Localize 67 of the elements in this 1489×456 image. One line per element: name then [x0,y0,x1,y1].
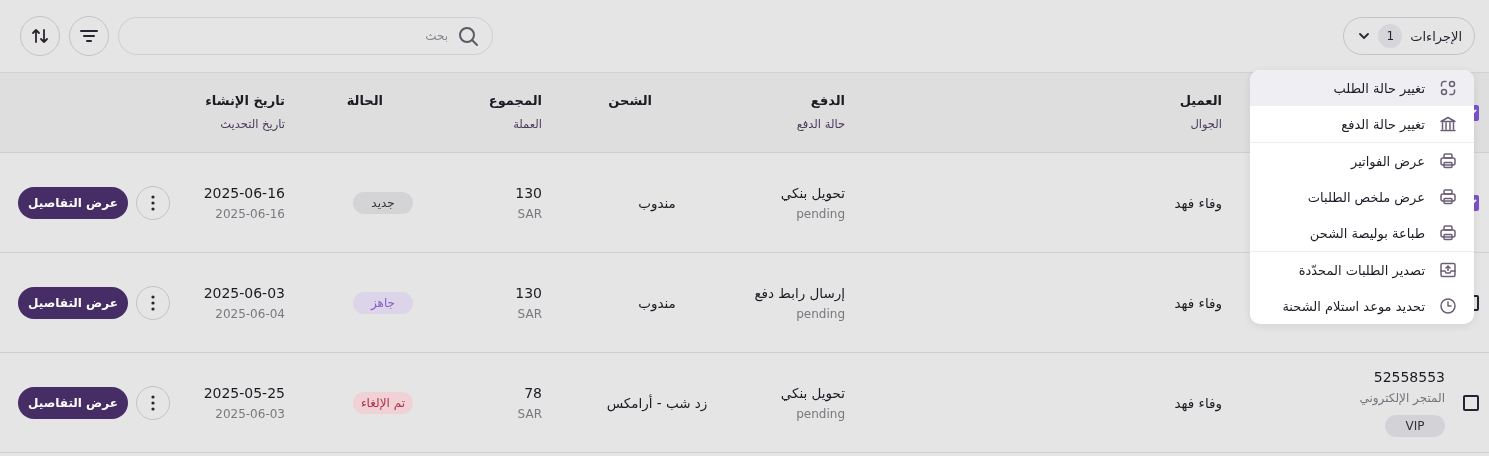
chevron-down-icon [1358,32,1371,40]
search-field[interactable]: بحث [118,17,493,55]
order-number: 52558553 [1373,368,1445,387]
updated-date: 2025-06-03 [215,406,285,421]
currency: SAR [517,206,542,221]
status-badge: جاهز [353,291,413,314]
created-date: 2025-06-16 [203,184,285,201]
menu-item[interactable]: تحديد موعد استلام الشحنة [1250,288,1474,324]
sort-icon [31,27,49,45]
created-date: 2025-05-25 [203,384,285,401]
more-icon [151,394,155,411]
column-header: الدفع [810,93,845,108]
checkbox[interactable] [1463,394,1479,411]
clock-icon [1439,297,1457,315]
count-badge: 1 [1378,24,1403,48]
printer-icon [1439,152,1457,170]
tag: VIP [1385,414,1445,437]
filter-icon [80,29,98,43]
menu-item[interactable]: طباعة بوليصة الشحن [1250,215,1474,251]
order-source: المتجر الإلكتروني [1359,390,1445,408]
payment-method: تحويل بنكي [780,184,845,201]
column-subheader: حالة الدفع [796,117,845,131]
menu-item[interactable]: تغيير حالة الدفع [1250,106,1474,142]
column-header: العميل [1179,93,1222,108]
payment-status: pending [796,306,845,321]
currency: SAR [517,406,542,421]
column-subheader: الجوال [1190,117,1222,131]
created-date: 2025-06-03 [203,284,285,301]
menu-item[interactable]: تصدير الطلبات المحدّدة [1250,252,1474,288]
order-total: 130 [515,284,542,301]
details-button[interactable]: عرض التفاصيل [18,386,128,419]
printer-icon [1439,188,1457,206]
menu-item[interactable]: عرض الفواتير [1250,143,1474,179]
column-header: الحالة [346,93,383,108]
column-header: المجموع [488,93,542,108]
column-header: تاريخ الإنشاء [205,93,285,108]
currency: SAR [517,306,542,321]
column-subheader: العملة [513,117,542,131]
menu-item[interactable]: عرض ملخص الطلبات [1250,179,1474,215]
menu-item[interactable]: تغيير حالة الطلب [1250,70,1474,106]
status-badge: تم الإلغاء [352,391,413,414]
shipping-method: مندوب [638,194,676,211]
order-total: 130 [515,184,542,201]
payment-status: pending [796,206,845,221]
customer-name: وفاء فهد [1174,394,1222,411]
status-badge: جديد [353,191,413,214]
printer-icon [1439,224,1457,242]
export-icon [1439,261,1457,279]
customer-name: وفاء فهد [1174,194,1222,211]
updated-date: 2025-06-04 [215,306,285,321]
customer-name: وفاء فهد [1174,294,1222,311]
column-header: الشحن [608,93,652,108]
details-button[interactable]: عرض التفاصيل [18,286,128,319]
shipping-method: مندوب [638,294,676,311]
bank-icon [1439,115,1457,133]
updated-date: 2025-06-16 [215,206,285,221]
swap-icon [1439,79,1457,97]
column-subheader: تاريخ التحديث [220,117,285,131]
payment-status: pending [796,406,845,421]
more-icon [151,194,155,211]
payment-method: تحويل بنكي [780,384,845,401]
order-total: 78 [524,384,542,401]
more-icon [151,294,155,311]
shipping-method: زد شب - أرامكس [606,394,708,411]
details-button[interactable]: عرض التفاصيل [18,186,128,219]
payment-method: إرسال رابط دفع [754,284,845,301]
search-icon [457,25,479,47]
